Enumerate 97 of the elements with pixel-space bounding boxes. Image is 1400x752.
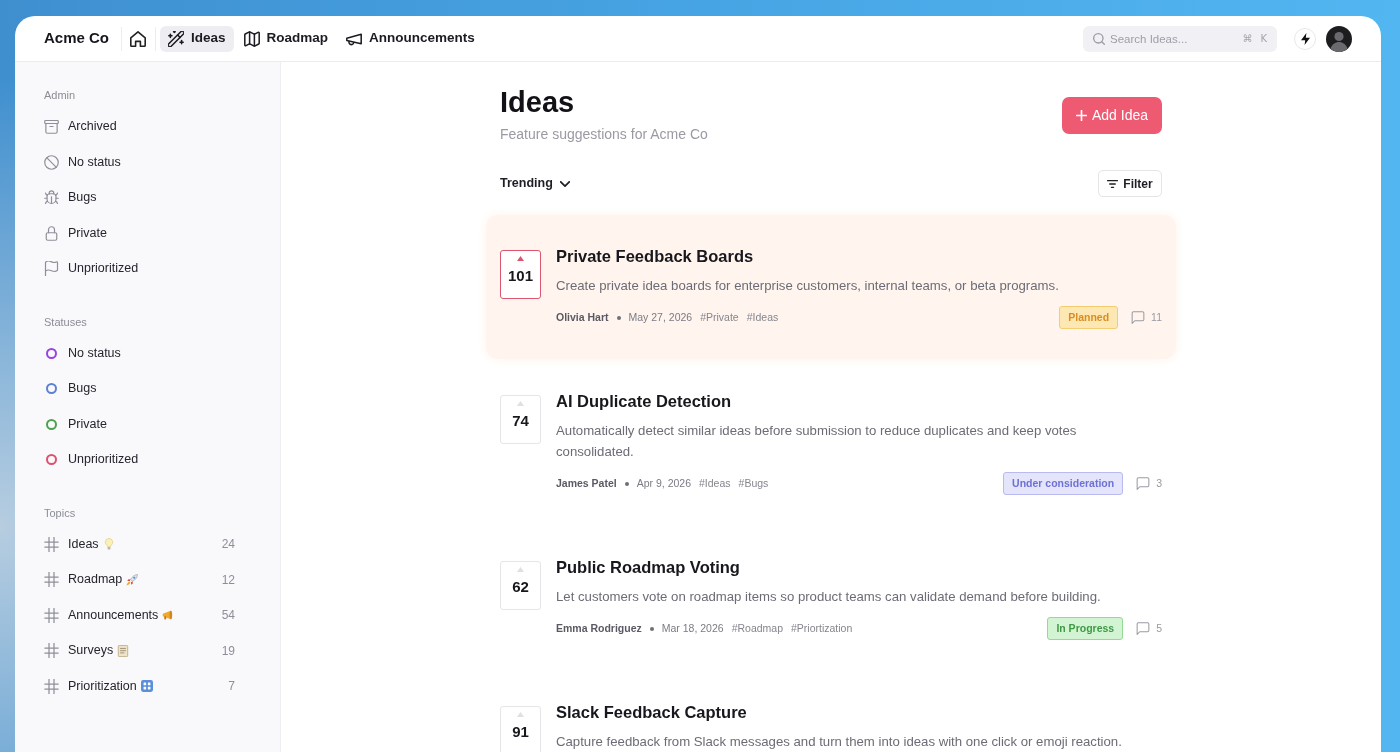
upvote-triangle-icon — [517, 567, 524, 572]
sidebar-item[interactable]: Archived — [44, 117, 117, 137]
idea-title[interactable]: Slack Feedback Capture — [556, 702, 747, 722]
shortcut-key: K — [1260, 31, 1267, 46]
plus-icon — [1075, 110, 1087, 121]
dot-separator-icon — [616, 315, 621, 320]
topic-tag[interactable]: #Priortization — [791, 620, 853, 637]
topic-tag[interactable]: #Roadmap — [731, 620, 783, 637]
nav-tab[interactable]: Announcements — [338, 25, 483, 52]
topic-tag[interactable]: #Private — [700, 309, 739, 326]
section-label: Topics — [44, 506, 77, 520]
chevron-down-icon — [559, 180, 570, 187]
idea-title[interactable]: Private Feedback Boards — [556, 246, 754, 266]
sidebar-item[interactable]: No status — [44, 343, 121, 363]
sidebar-item[interactable]: Roadmap — [44, 570, 139, 590]
bolt-button[interactable] — [1294, 27, 1316, 50]
hash-icon — [44, 572, 59, 588]
bug-icon — [44, 190, 59, 206]
comment-bubble-icon — [1131, 311, 1146, 324]
sidebar-item[interactable]: Unprioritized — [44, 450, 139, 470]
topic-count: 54 — [221, 607, 235, 625]
topic-count: 24 — [221, 536, 235, 554]
comment-bubble-icon — [1136, 622, 1151, 635]
post-date: May 27, 2026 — [628, 309, 693, 325]
upvote-triangle-icon — [517, 401, 524, 406]
filter-button[interactable]: Filter — [1098, 170, 1162, 197]
comment-count: 11 — [1151, 309, 1162, 325]
sidebar-item[interactable]: Private — [44, 223, 107, 243]
author-name: Emma Rodriguez — [556, 620, 642, 636]
comment-count: 5 — [1156, 620, 1162, 636]
page-subtitle: Feature suggestions for Acme Co — [500, 125, 708, 144]
comment-count: 3 — [1156, 475, 1162, 491]
home-icon — [130, 30, 147, 47]
upvote-button[interactable]: 74 — [500, 395, 541, 444]
lock-icon — [44, 225, 59, 241]
archive-box-icon — [44, 119, 59, 135]
upvote-button[interactable]: 62 — [500, 561, 541, 610]
shortcut-key: ⌘ — [1242, 31, 1253, 46]
sidebar-item[interactable]: Private — [44, 414, 107, 434]
slashed-circle-icon — [44, 154, 59, 170]
rocket-icon — [126, 573, 139, 586]
flag-icon — [44, 261, 59, 277]
upvote-triangle-icon — [517, 712, 524, 717]
nav-tab[interactable]: Ideas — [160, 25, 234, 52]
idea-title[interactable]: Public Roadmap Voting — [556, 557, 740, 577]
search-icon — [1093, 32, 1105, 45]
lightbulb-icon — [102, 538, 115, 551]
author-name: Olivia Hart — [556, 309, 609, 325]
hash-icon — [44, 607, 59, 623]
post-date: Mar 18, 2026 — [661, 620, 724, 636]
upvote-button[interactable]: 91 — [500, 706, 541, 752]
topic-count: 19 — [221, 642, 235, 660]
topic-count: 12 — [221, 571, 235, 589]
author-name: James Patel — [556, 475, 617, 491]
topic-count: 7 — [228, 678, 235, 696]
filter-lines-icon — [1107, 179, 1119, 188]
sidebar-item[interactable]: Unprioritized — [44, 259, 139, 279]
sidebar-item[interactable]: Bugs — [44, 379, 97, 399]
nav-tab[interactable]: Roadmap — [235, 25, 337, 52]
sidebar-item[interactable]: Ideas — [44, 534, 115, 554]
status-badge: In Progress — [1047, 617, 1124, 640]
lightning-bolt-icon — [1300, 32, 1310, 45]
status-badge: Under consideration — [1003, 472, 1124, 495]
dot-separator-icon — [649, 626, 654, 631]
megaphone-icon — [162, 609, 175, 622]
idea-title[interactable]: AI Duplicate Detection — [556, 391, 732, 411]
magic-wand-icon — [168, 30, 185, 47]
sidebar-item[interactable]: Surveys — [44, 641, 130, 661]
topic-tag[interactable]: #Ideas — [746, 309, 779, 326]
section-label: Admin — [44, 89, 77, 102]
hash-icon — [44, 678, 59, 694]
hash-icon — [44, 643, 59, 659]
avatar-icon[interactable] — [1326, 25, 1352, 52]
sort-dropdown[interactable]: Trending — [500, 174, 570, 193]
topic-tag[interactable]: #Bugs — [738, 475, 769, 492]
hash-icon — [44, 536, 59, 552]
sidebar-item[interactable]: Announcements — [44, 605, 175, 625]
post-date: Apr 9, 2026 — [636, 475, 691, 491]
idea-description: Automatically detect similar ideas before submission to reduce duplicates and keep votes consolidated. — [556, 422, 1078, 461]
grid-tile-icon — [140, 680, 153, 693]
idea-description: Let customers vote on roadmap items so product teams can validate demand before building. — [556, 588, 1102, 606]
dot-separator-icon — [624, 481, 629, 486]
topic-tag[interactable]: #Ideas — [699, 475, 731, 492]
section-label: Statuses — [44, 315, 88, 329]
sidebar-item[interactable]: Prioritization — [44, 676, 153, 696]
idea-description: Capture feedback from Slack messages and turn them into ideas with one click or emoji reaction. — [556, 733, 1123, 751]
page-icon — [117, 644, 130, 657]
brand-name[interactable]: Acme Co — [44, 27, 110, 50]
sidebar-item[interactable]: Bugs — [44, 188, 97, 208]
idea-description: Create private idea boards for enterprise customers, internal teams, or beta programs. — [556, 277, 1060, 295]
status-badge: Planned — [1059, 306, 1119, 329]
map-icon — [243, 30, 260, 47]
upvote-button[interactable]: 101 — [500, 250, 541, 299]
sidebar-item[interactable]: No status — [44, 152, 121, 172]
page-title: Ideas — [500, 85, 576, 120]
comment-bubble-icon — [1136, 477, 1151, 490]
upvote-triangle-icon — [517, 256, 524, 261]
